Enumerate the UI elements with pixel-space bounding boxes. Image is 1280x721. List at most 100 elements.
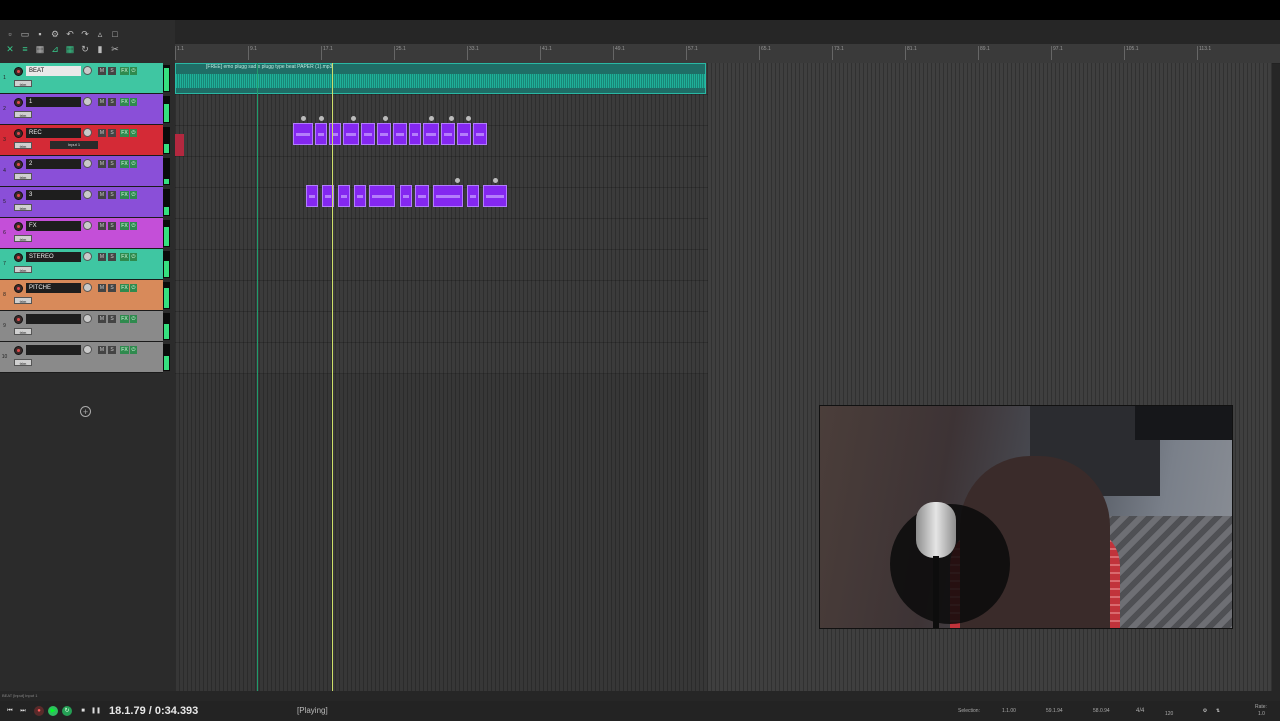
fx-button[interactable]: FX bbox=[120, 98, 129, 106]
mute-button[interactable]: M bbox=[98, 253, 106, 261]
item-fade-handle[interactable] bbox=[466, 116, 471, 121]
midi-item[interactable] bbox=[293, 123, 313, 145]
metronome-icon[interactable]: ▵ bbox=[95, 29, 105, 39]
record-arm-button[interactable] bbox=[14, 222, 23, 231]
track-name[interactable]: STEREO bbox=[26, 252, 81, 262]
grid-icon[interactable]: ✕ bbox=[5, 44, 15, 54]
volume-knob[interactable] bbox=[83, 97, 92, 106]
grid-toggle-icon[interactable]: ▦ bbox=[65, 44, 75, 54]
settings-icon[interactable]: ⚙ bbox=[50, 29, 60, 39]
timeline-ruler[interactable]: 1.1 9.1 17.1 25.1 33.1 41.1 49.1 57.1 65.1 73.1 81… bbox=[175, 44, 1280, 64]
automation-button[interactable]: trim bbox=[14, 173, 32, 180]
solo-button[interactable]: S bbox=[108, 222, 116, 230]
midi-item[interactable] bbox=[315, 123, 327, 145]
solo-button[interactable]: S bbox=[108, 98, 116, 106]
volume-knob[interactable] bbox=[83, 190, 92, 199]
fx-bypass-icon[interactable]: ⏻ bbox=[130, 346, 137, 354]
time-signature[interactable]: 4/4 bbox=[1136, 708, 1144, 714]
item-fade-handle[interactable] bbox=[319, 116, 324, 121]
record-button[interactable]: ● bbox=[34, 706, 44, 716]
fx-bypass-icon[interactable]: ⏻ bbox=[130, 129, 137, 137]
midi-item[interactable] bbox=[415, 185, 429, 207]
track-header[interactable]: 8 PITCHE M S FX ⏻ trim bbox=[0, 280, 163, 311]
solo-button[interactable]: S bbox=[108, 346, 116, 354]
volume-knob[interactable] bbox=[83, 283, 92, 292]
fx-button[interactable]: FX bbox=[120, 284, 129, 292]
volume-knob[interactable] bbox=[83, 66, 92, 75]
track-header[interactable]: 1 BEAT M S FX ⏻ trim bbox=[0, 63, 163, 94]
selection-end[interactable]: 59.1.94 bbox=[1046, 708, 1063, 714]
stop-button[interactable]: ■ bbox=[78, 706, 88, 716]
track-header[interactable]: 7 STEREO M S FX ⏻ trim bbox=[0, 249, 163, 280]
track-name[interactable]: PITCHE bbox=[26, 283, 81, 293]
fx-bypass-icon[interactable]: ⏻ bbox=[130, 284, 137, 292]
volume-knob[interactable] bbox=[83, 252, 92, 261]
midi-item[interactable] bbox=[441, 123, 455, 145]
solo-button[interactable]: S bbox=[108, 129, 116, 137]
track-name[interactable]: 1 bbox=[26, 97, 81, 107]
track-name[interactable] bbox=[26, 314, 81, 324]
fx-button[interactable]: FX bbox=[120, 191, 129, 199]
midi-item[interactable] bbox=[483, 185, 507, 207]
settings-icon[interactable]: ⚙ bbox=[1200, 706, 1210, 716]
undo-icon[interactable]: ↶ bbox=[65, 29, 75, 39]
recording-item[interactable] bbox=[175, 134, 184, 156]
fx-bypass-icon[interactable]: ⏻ bbox=[130, 253, 137, 261]
midi-item[interactable] bbox=[473, 123, 487, 145]
fx-button[interactable]: FX bbox=[120, 253, 129, 261]
fx-button[interactable]: FX bbox=[120, 160, 129, 168]
automation-button[interactable]: trim bbox=[14, 359, 32, 366]
track-header[interactable]: 6 FX M S FX ⏻ trim bbox=[0, 218, 163, 249]
lock-icon[interactable]: ▮ bbox=[95, 44, 105, 54]
midi-item[interactable] bbox=[306, 185, 318, 207]
record-mode-icon[interactable]: □ bbox=[110, 29, 120, 39]
automation-button[interactable]: trim bbox=[14, 297, 32, 304]
midi-item[interactable] bbox=[354, 185, 366, 207]
go-to-end-icon[interactable]: ⏭ bbox=[18, 706, 28, 716]
item-fade-handle[interactable] bbox=[429, 116, 434, 121]
fx-button[interactable]: FX bbox=[120, 129, 129, 137]
fx-bypass-icon[interactable]: ⏻ bbox=[130, 160, 137, 168]
volume-knob[interactable] bbox=[83, 221, 92, 230]
solo-button[interactable]: S bbox=[108, 253, 116, 261]
item-fade-handle[interactable] bbox=[351, 116, 356, 121]
mute-button[interactable]: M bbox=[98, 67, 106, 75]
track-name[interactable]: 2 bbox=[26, 159, 81, 169]
loop-icon[interactable]: ↻ bbox=[80, 44, 90, 54]
midi-item[interactable] bbox=[423, 123, 439, 145]
volume-knob[interactable] bbox=[83, 345, 92, 354]
midi-item[interactable] bbox=[329, 123, 341, 145]
fx-bypass-icon[interactable]: ⏻ bbox=[130, 98, 137, 106]
automation-button[interactable]: trim bbox=[14, 80, 32, 87]
fx-button[interactable]: FX bbox=[120, 67, 129, 75]
fx-bypass-icon[interactable]: ⏻ bbox=[130, 315, 137, 323]
selection-length[interactable]: 58.0.94 bbox=[1093, 708, 1110, 714]
fx-button[interactable]: FX bbox=[120, 222, 129, 230]
automation-button[interactable]: trim bbox=[14, 204, 32, 211]
item-fade-handle[interactable] bbox=[455, 178, 460, 183]
volume-knob[interactable] bbox=[83, 159, 92, 168]
redo-icon[interactable]: ↷ bbox=[80, 29, 90, 39]
track-header[interactable]: 10 M S FX ⏻ trim bbox=[0, 342, 163, 373]
mute-button[interactable]: M bbox=[98, 129, 106, 137]
audio-item[interactable]: [FREE] emo plugg sad x plugg type beat P… bbox=[175, 63, 706, 94]
automation-button[interactable]: trim bbox=[14, 111, 32, 118]
trim-icon[interactable]: ✂ bbox=[110, 44, 120, 54]
automation-button[interactable]: trim bbox=[14, 266, 32, 273]
midi-item[interactable] bbox=[361, 123, 375, 145]
new-project-icon[interactable]: ▫ bbox=[5, 29, 15, 39]
track-name[interactable]: 3 bbox=[26, 190, 81, 200]
midi-item[interactable] bbox=[467, 185, 479, 207]
snap-icon[interactable]: ≡ bbox=[20, 44, 30, 54]
solo-button[interactable]: S bbox=[108, 160, 116, 168]
fx-button[interactable]: FX bbox=[120, 315, 129, 323]
go-to-start-icon[interactable]: ⏮ bbox=[5, 706, 15, 716]
record-arm-button[interactable] bbox=[14, 315, 23, 324]
record-arm-button[interactable] bbox=[14, 191, 23, 200]
track-header[interactable]: 5 3 M S FX ⏻ trim bbox=[0, 187, 163, 218]
volume-knob[interactable] bbox=[83, 128, 92, 137]
solo-button[interactable]: S bbox=[108, 67, 116, 75]
mute-button[interactable]: M bbox=[98, 98, 106, 106]
record-arm-button[interactable] bbox=[14, 284, 23, 293]
item-fade-handle[interactable] bbox=[449, 116, 454, 121]
